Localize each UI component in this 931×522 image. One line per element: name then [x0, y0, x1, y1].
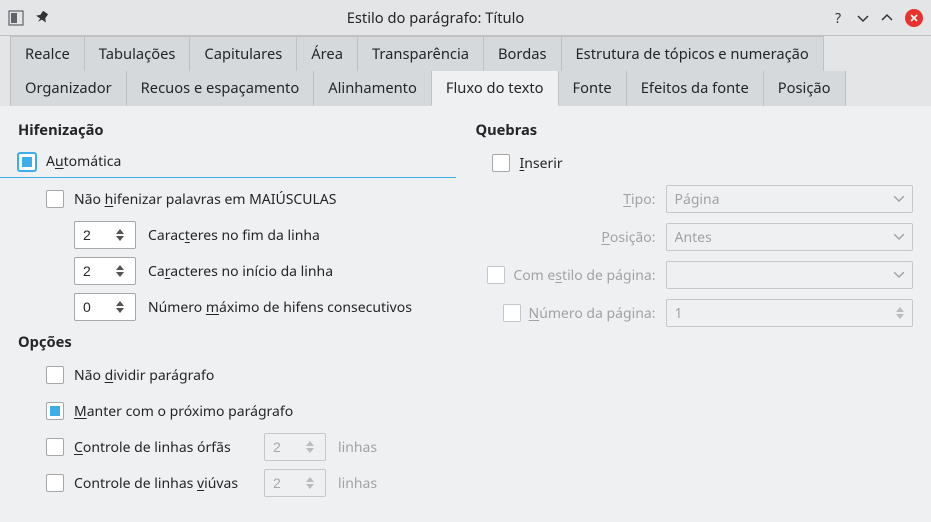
hyph-start-spin[interactable]: [74, 257, 136, 285]
tab-row-1: Realce Tabulações Capitulares Área Trans…: [10, 36, 921, 71]
tab-alinhamento[interactable]: Alinhamento: [313, 71, 432, 106]
maximize-icon[interactable]: [881, 12, 893, 24]
breaks-insert-checkbox[interactable]: [492, 154, 510, 172]
opts-orphan-row: Controle de linhas órfãs linhas: [46, 432, 456, 462]
opts-orphan-spin: [264, 433, 326, 461]
tab-bar: Realce Tabulações Capitulares Área Trans…: [0, 36, 931, 106]
titlebar: Estilo do parágrafo: Título ?: [0, 0, 931, 36]
hyph-nocaps-checkbox[interactable]: [46, 190, 64, 208]
hyph-end-input[interactable]: [75, 227, 111, 243]
tab-bordas[interactable]: Bordas: [483, 36, 562, 71]
content-area: Hifenização Automática Não hifenizar pal…: [0, 106, 931, 522]
opts-keepnext-checkbox[interactable]: [46, 402, 64, 420]
pin-icon[interactable]: [36, 11, 50, 25]
chevron-down-icon: [894, 196, 904, 202]
opts-nosplit-label: Não dividir parágrafo: [74, 366, 214, 385]
tab-area[interactable]: Área: [296, 36, 358, 71]
hyph-auto-row: Automática: [0, 148, 456, 178]
breaks-pagenum-checkbox: [503, 304, 521, 322]
chevron-down-icon: [894, 272, 904, 278]
opts-orphan-checkbox[interactable]: [46, 438, 64, 456]
help-icon[interactable]: ?: [831, 11, 845, 25]
breaks-position-label: Posição:: [476, 228, 666, 247]
tab-tabulacoes[interactable]: Tabulações: [84, 36, 191, 71]
hyph-title: Hifenização: [18, 120, 456, 140]
breaks-pagestyle-checkbox: [487, 266, 505, 284]
opts-orphan-input: [265, 439, 301, 455]
opts-keepnext-label: Manter com o próximo parágrafo: [74, 402, 293, 421]
breaks-pagestyle-combo: [666, 261, 914, 289]
breaks-pagenum-label-wrap: Número da página:: [476, 304, 666, 323]
spin-arrows-icon[interactable]: [111, 265, 129, 277]
hyph-start-input[interactable]: [75, 263, 111, 279]
spin-arrows-icon: [301, 441, 319, 453]
right-column: Quebras Inserir Tipo: Página Posição: An…: [476, 120, 914, 504]
tab-row-2: Organizador Recuos e espaçamento Alinham…: [10, 71, 921, 106]
spin-arrows-icon: [301, 477, 319, 489]
hyph-start-row: Caracteres no início da linha: [74, 256, 456, 286]
breaks-position-combo: Antes: [666, 223, 914, 251]
opts-widow-row: Controle de linhas viúvas linhas: [46, 468, 456, 498]
opts-widow-input: [265, 475, 301, 491]
tab-efeitos-fonte[interactable]: Efeitos da fonte: [626, 71, 764, 106]
breaks-type-label: Tipo:: [476, 190, 666, 209]
opts-widow-label: Controle de linhas viúvas: [74, 474, 264, 493]
breaks-insert-row: Inserir: [492, 148, 914, 178]
tab-transparencia[interactable]: Transparência: [357, 36, 484, 71]
spin-arrows-icon: [896, 307, 904, 319]
spin-arrows-icon[interactable]: [111, 301, 129, 313]
opts-nosplit-checkbox[interactable]: [46, 366, 64, 384]
spin-arrows-icon[interactable]: [111, 229, 129, 241]
breaks-type-row: Tipo: Página: [476, 184, 914, 214]
hyph-maxcons-row: Número máximo de hifens consecutivos: [74, 292, 456, 322]
app-icon: [8, 10, 24, 26]
hyph-maxcons-spin[interactable]: [74, 293, 136, 321]
hyph-nocaps-label: Não hifenizar palavras em MAIÚSCULAS: [74, 190, 336, 209]
breaks-pagenum-label: Número da página:: [529, 304, 656, 323]
opts-orphan-unit: linhas: [338, 438, 377, 457]
tab-fonte[interactable]: Fonte: [558, 71, 627, 106]
opts-widow-spin: [264, 469, 326, 497]
tab-capitulares[interactable]: Capitulares: [189, 36, 297, 71]
breaks-pagestyle-label-wrap: Com estilo de página:: [476, 266, 666, 285]
breaks-pagestyle-row: Com estilo de página:: [476, 260, 914, 290]
opts-widow-checkbox[interactable]: [46, 474, 64, 492]
hyph-start-label: Caracteres no início da linha: [148, 262, 333, 281]
hyph-maxcons-label: Número máximo de hifens consecutivos: [148, 298, 412, 317]
hyph-auto-checkbox[interactable]: [18, 153, 36, 171]
hyph-nocaps-row: Não hifenizar palavras em MAIÚSCULAS: [46, 184, 456, 214]
breaks-position-value: Antes: [675, 228, 712, 247]
tab-organizador[interactable]: Organizador: [10, 71, 127, 106]
breaks-pagestyle-label: Com estilo de página:: [513, 266, 655, 285]
close-icon[interactable]: [905, 9, 923, 27]
hyph-end-row: Caracteres no fim da linha: [74, 220, 456, 250]
minimize-icon[interactable]: [857, 12, 869, 24]
tab-posicao[interactable]: Posição: [763, 71, 846, 106]
hyph-maxcons-input[interactable]: [75, 299, 111, 315]
hyph-end-spin[interactable]: [74, 221, 136, 249]
opts-widow-unit: linhas: [338, 474, 377, 493]
tab-realce[interactable]: Realce: [10, 36, 85, 71]
opts-keepnext-row: Manter com o próximo parágrafo: [46, 396, 456, 426]
breaks-type-combo: Página: [666, 185, 914, 213]
chevron-down-icon: [894, 234, 904, 240]
breaks-title: Quebras: [476, 120, 914, 140]
tab-recuos[interactable]: Recuos e espaçamento: [126, 71, 315, 106]
tab-estrutura[interactable]: Estrutura de tópicos e numeração: [561, 36, 824, 71]
svg-text:?: ?: [835, 11, 841, 25]
breaks-pagenum-value: 1: [675, 304, 683, 323]
hyph-end-label: Caracteres no fim da linha: [148, 226, 320, 245]
opts-title: Opções: [18, 332, 456, 352]
opts-orphan-label: Controle de linhas órfãs: [74, 438, 264, 457]
breaks-position-row: Posição: Antes: [476, 222, 914, 252]
breaks-insert-label: Inserir: [520, 154, 563, 173]
hyph-auto-label: Automática: [46, 152, 121, 171]
tab-fluxo-texto[interactable]: Fluxo do texto: [431, 71, 559, 106]
breaks-pagenum-row: Número da página: 1: [476, 298, 914, 328]
breaks-pagenum-spin: 1: [666, 299, 914, 327]
breaks-type-value: Página: [675, 190, 720, 209]
window-title: Estilo do parágrafo: Título: [68, 8, 803, 28]
opts-nosplit-row: Não dividir parágrafo: [46, 360, 456, 390]
left-column: Hifenização Automática Não hifenizar pal…: [18, 120, 456, 504]
